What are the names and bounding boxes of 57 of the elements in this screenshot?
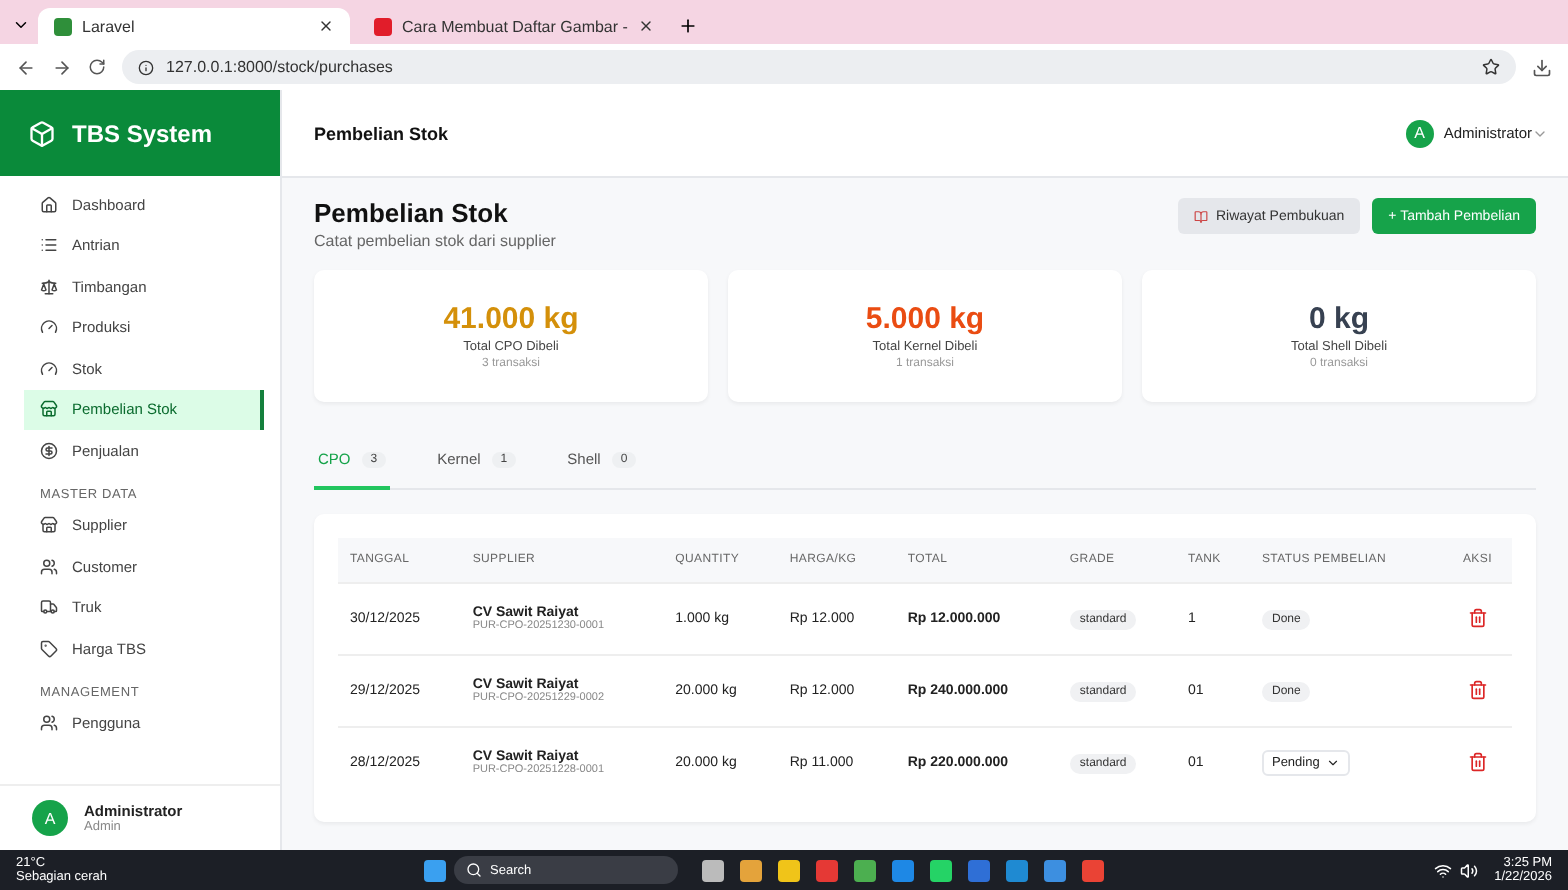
app-icon[interactable]: [778, 859, 800, 881]
brand-name: TBS System: [72, 119, 213, 147]
close-icon[interactable]: [318, 18, 334, 34]
app-icon[interactable]: [1006, 859, 1028, 881]
forward-icon[interactable]: [52, 57, 72, 77]
truck-icon: [40, 598, 58, 617]
coin-icon: [40, 441, 58, 460]
app-icon[interactable]: [702, 859, 724, 881]
delete-icon[interactable]: [1467, 607, 1488, 627]
url-text: 127.0.0.1:8000/stock/purchases: [166, 58, 395, 76]
list-icon: [40, 236, 58, 255]
download-icon[interactable]: [1532, 57, 1552, 77]
search-icon: [466, 862, 482, 878]
store-icon: [40, 516, 58, 535]
header-title: Pembelian Stok: [314, 123, 451, 143]
book-icon: [1193, 209, 1208, 223]
user-avatar: A: [32, 800, 68, 836]
address-bar[interactable]: 127.0.0.1:8000/stock/purchases: [122, 50, 1516, 84]
page-title: Pembelian Stok: [314, 198, 510, 228]
stat-value: 5.000 kg: [865, 302, 985, 336]
app-icon[interactable]: [1082, 859, 1104, 881]
info-icon: [138, 59, 154, 75]
scale-icon: [40, 277, 58, 296]
new-tab-icon[interactable]: [678, 16, 698, 36]
favicon-icon: [54, 17, 72, 35]
browser-tab[interactable]: Laravel: [38, 8, 350, 44]
caret-icon: [1325, 756, 1340, 770]
wifi-icon[interactable]: [1434, 861, 1453, 879]
close-icon[interactable]: [638, 18, 654, 34]
tag-icon: [40, 639, 58, 658]
volume-icon[interactable]: [1460, 861, 1479, 879]
stat-value: 41.000 kg: [443, 302, 579, 336]
tab-title: Cara Membuat Daftar Gambar -: [402, 17, 628, 35]
home-icon: [40, 195, 58, 214]
page-subtitle: Catat pembelian stok dari supplier: [314, 232, 558, 250]
box-icon: [28, 119, 56, 147]
delete-icon[interactable]: [1467, 679, 1488, 699]
store-icon: [40, 400, 58, 419]
users-icon: [40, 557, 58, 576]
tab-title: Laravel: [82, 17, 137, 35]
app-icon[interactable]: [930, 859, 952, 881]
browser-tab[interactable]: Cara Membuat Daftar Gambar -: [358, 8, 670, 44]
bookmark-icon[interactable]: [1482, 58, 1500, 76]
reload-icon[interactable]: [88, 58, 106, 76]
start-icon[interactable]: [424, 859, 446, 881]
favicon-icon: [374, 17, 392, 35]
app-icon[interactable]: [1044, 859, 1066, 881]
app-icon[interactable]: [740, 859, 762, 881]
app-icon[interactable]: [892, 859, 914, 881]
gauge-icon: [40, 359, 58, 378]
stat-value: 0 kg: [1308, 302, 1369, 336]
users-icon: [40, 714, 58, 733]
app-icon[interactable]: [854, 859, 876, 881]
back-icon[interactable]: [16, 57, 36, 77]
tab-list-icon[interactable]: [12, 16, 30, 34]
delete-icon[interactable]: [1467, 751, 1488, 771]
gauge-icon: [40, 318, 58, 337]
